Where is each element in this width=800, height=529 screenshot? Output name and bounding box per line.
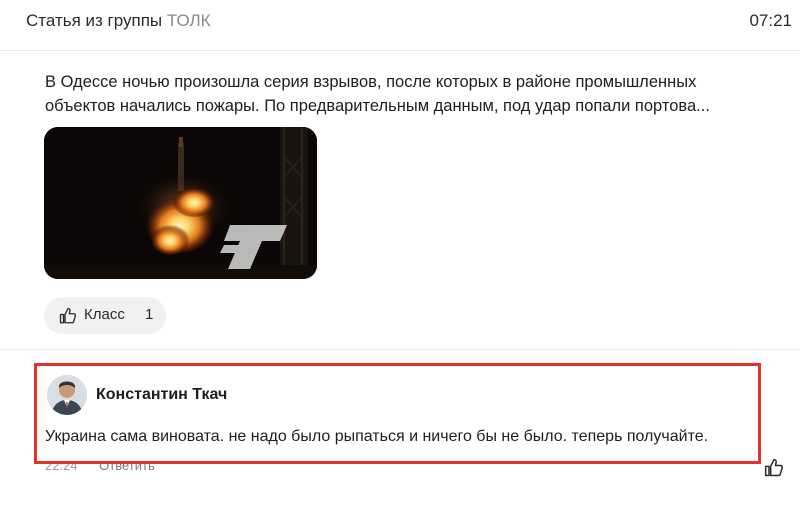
post-text[interactable]: В Одессе ночью произошла серия взрывов, … <box>45 70 780 118</box>
comment-like-icon[interactable] <box>764 458 784 478</box>
group-name-link[interactable]: ТОЛК <box>167 11 211 30</box>
header-title-prefix: Статья из группы <box>26 11 163 30</box>
like-label: Класс <box>84 306 125 323</box>
thumb-up-icon <box>59 307 77 324</box>
header-title: Статья из группы ТОЛК <box>26 11 211 31</box>
post-image[interactable] <box>44 127 317 279</box>
header-time: 07:21 <box>749 11 792 30</box>
like-button[interactable]: Класс 1 <box>44 297 166 334</box>
explosion-photo <box>44 127 317 279</box>
page-header: Статья из группы ТОЛК 07:21 <box>0 0 800 51</box>
post-text-line-1: В Одессе ночью произошла серия взрывов, … <box>45 73 697 91</box>
like-count: 1 <box>145 306 154 323</box>
highlight-box <box>34 363 761 464</box>
section-divider <box>0 349 800 350</box>
post-text-line-2: объектов начались пожары. По предварител… <box>45 97 710 115</box>
